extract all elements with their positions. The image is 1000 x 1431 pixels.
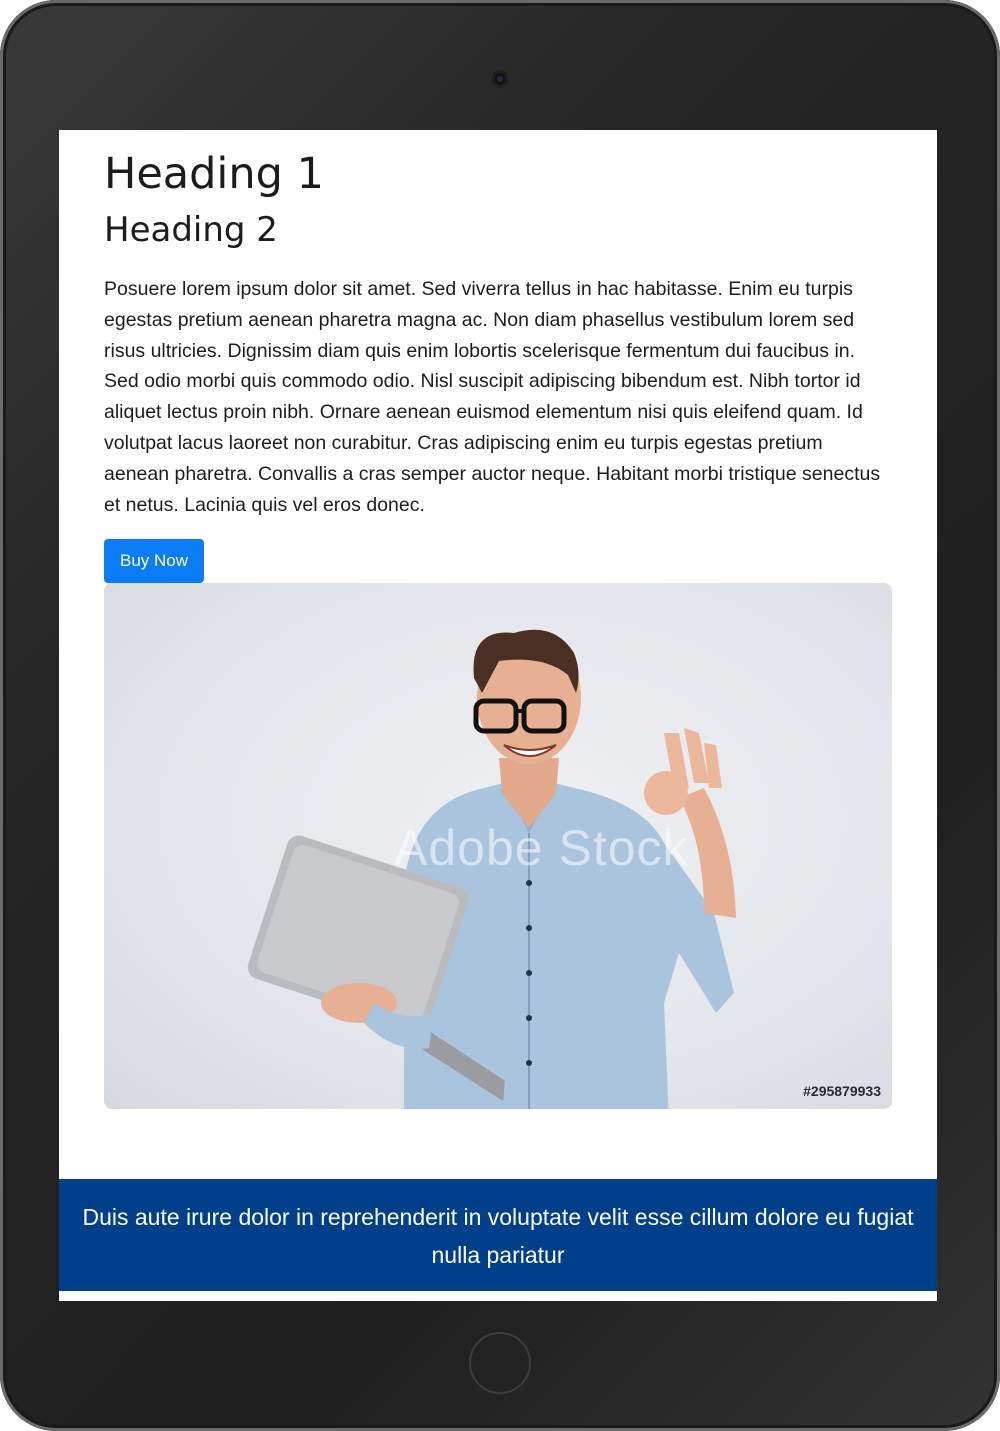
footer-banner: Duis aute irure dolor in reprehenderit i… [59, 1179, 937, 1291]
stock-id-label: #295879933 [803, 1083, 881, 1099]
heading-1: Heading 1 [104, 149, 324, 199]
camera-icon [491, 70, 509, 88]
heading-2: Heading 2 [104, 210, 278, 250]
tablet-frame: Heading 1 Heading 2 Posuere lorem ipsum … [0, 0, 1000, 1431]
hero-image: Adobe Stock #295879933 [104, 583, 892, 1109]
tablet-screen: Heading 1 Heading 2 Posuere lorem ipsum … [59, 130, 937, 1301]
home-button[interactable] [469, 1332, 531, 1394]
buy-now-button[interactable]: Buy Now [104, 539, 204, 583]
watermark: Adobe Stock [394, 820, 689, 876]
body-paragraph: Posuere lorem ipsum dolor sit amet. Sed … [104, 278, 881, 516]
